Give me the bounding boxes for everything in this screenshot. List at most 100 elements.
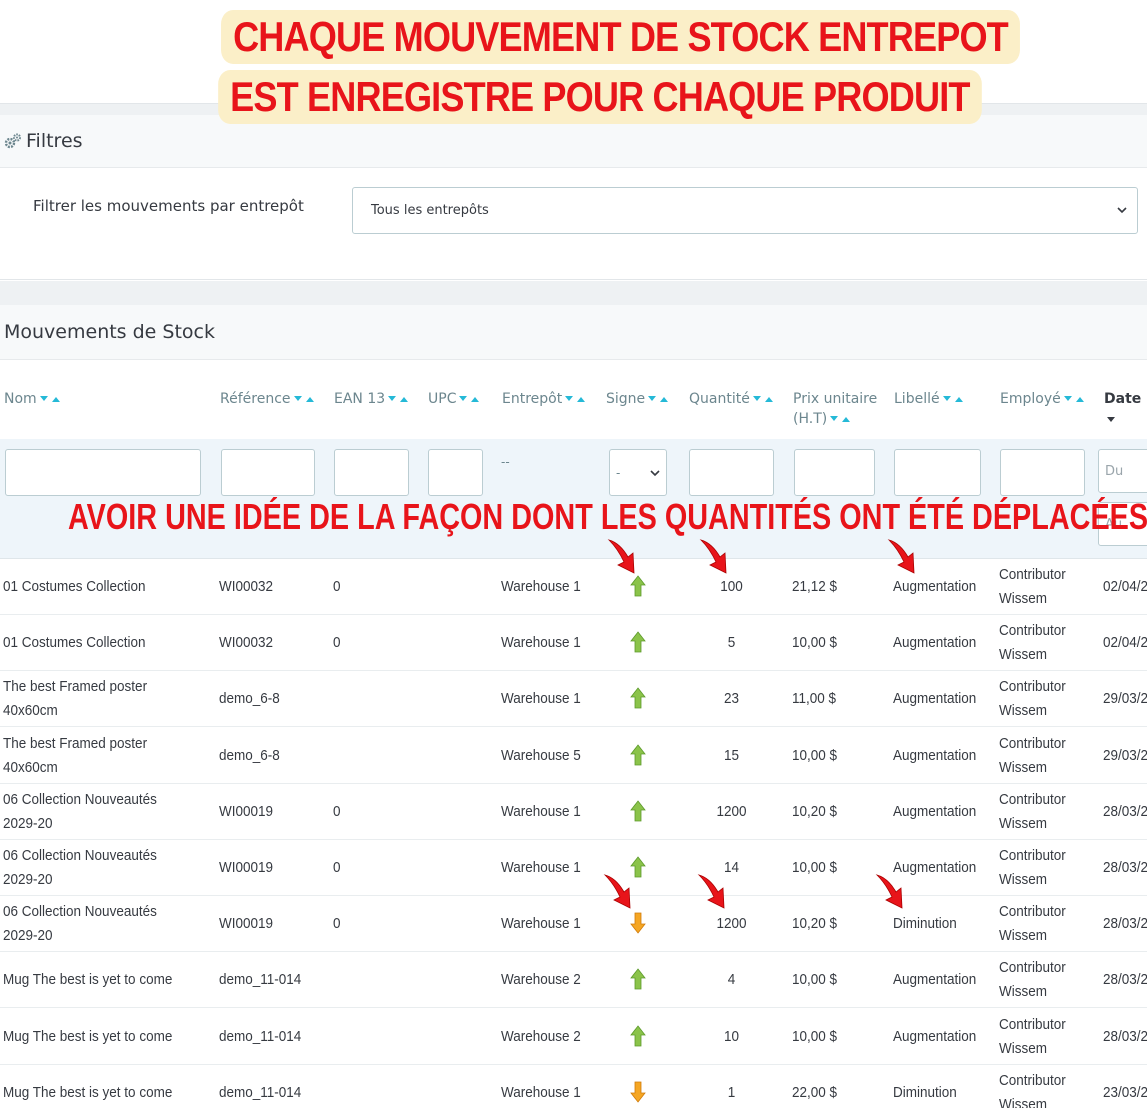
filter-nom-input[interactable]	[5, 449, 201, 496]
cell-date: 02/04/2	[1103, 634, 1147, 652]
filter-prix-input[interactable]	[794, 449, 875, 496]
sort-arrows-icon[interactable]	[564, 394, 588, 404]
col-reference[interactable]: Référence	[220, 389, 317, 409]
col-prix-label: Prix unitaire	[793, 391, 878, 407]
warehouse-select[interactable]: Tous les entrepôts	[352, 187, 1138, 234]
filter-libelle-input[interactable]	[894, 449, 981, 496]
cell-employe: Contributor	[999, 678, 1066, 696]
sort-arrows-icon[interactable]	[39, 394, 63, 404]
filter-upc-input[interactable]	[428, 449, 483, 496]
cell-libelle: Diminution	[893, 1083, 957, 1101]
col-date[interactable]: Date	[1104, 389, 1147, 429]
gears-icon	[4, 133, 21, 149]
filter-reference-input[interactable]	[221, 449, 315, 496]
filter-date-from[interactable]: Du	[1098, 449, 1147, 493]
panel-gap	[0, 281, 1147, 305]
sort-arrows-icon[interactable]	[752, 394, 776, 404]
arrow-up-icon	[630, 968, 646, 990]
col-upc[interactable]: UPC	[428, 389, 482, 409]
filter-employe-input[interactable]	[1000, 449, 1085, 496]
table-row[interactable]: The best Framed poster 40x60cm demo_6-8 War…	[0, 671, 1147, 728]
cell-entrepot: Warehouse 1	[501, 859, 581, 876]
cell-prix: 10,00 $	[792, 971, 838, 989]
cell-nom: 01 Costumes Collection	[3, 634, 146, 652]
cell-reference: demo_6-8	[219, 690, 280, 708]
cell-reference: WI00032	[219, 634, 274, 652]
warehouse-filter-row: Filtrer les mouvements par entrepôt Tous…	[0, 187, 1147, 235]
cell-entrepot: Warehouse 5	[501, 746, 581, 764]
cell-prix: 10,00 $	[792, 746, 838, 764]
cell-nom: Mug The best is yet to come	[3, 971, 173, 989]
col-signe[interactable]: Signe	[606, 389, 671, 409]
filter-signe-select[interactable]: -	[609, 449, 667, 496]
red-curved-arrow-icon	[875, 874, 903, 909]
table-row[interactable]: 01 Costumes Collection WI00032 0 Warehouse …	[0, 615, 1147, 672]
warehouse-select-value: Tous les entrepôts	[371, 203, 489, 218]
cell-entrepot: Warehouse 2	[501, 971, 581, 989]
col-nom-label: Nom	[4, 391, 37, 407]
cell-employe: Contributor	[999, 1015, 1066, 1033]
col-nom[interactable]: Nom	[4, 389, 63, 409]
cell-reference: WI00019	[219, 802, 274, 820]
warehouse-filter-label: Filtrer les mouvements par entrepôt	[33, 197, 304, 215]
filter-entrepot-placeholder: --	[501, 455, 510, 469]
cell-nom-2: 2029-20	[3, 927, 53, 945]
sort-arrows-icon[interactable]	[829, 414, 853, 424]
col-libelle[interactable]: Libellé	[894, 389, 966, 409]
cell-employe-2: Wissem	[999, 702, 1047, 720]
table-row[interactable]: Mug The best is yet to come demo_11-014 Wa…	[0, 1009, 1147, 1065]
cell-nom-2: 40x60cm	[3, 702, 58, 720]
cell-employe: Contributor	[999, 566, 1066, 583]
cell-quantite: 1200	[716, 915, 747, 933]
cell-reference: demo_6-8	[219, 746, 280, 764]
sort-arrows-icon[interactable]	[293, 394, 317, 404]
col-entrepot-label: Entrepôt	[502, 391, 563, 407]
cell-date: 29/03/2	[1103, 690, 1147, 708]
sort-arrows-icon[interactable]	[942, 394, 966, 404]
table-row[interactable]: Mug The best is yet to come demo_11-014 Wa…	[0, 1065, 1147, 1108]
cell-quantite: 23	[723, 690, 740, 708]
cell-employe: Contributor	[999, 790, 1066, 808]
cell-entrepot: Warehouse 2	[501, 1027, 581, 1045]
sort-arrows-icon[interactable]	[1063, 394, 1087, 404]
cell-prix: 21,12 $	[792, 578, 838, 595]
table-row[interactable]: 06 Collection Nouveautés 2029-20 WI00019 0 W…	[0, 896, 1147, 953]
table-row[interactable]: 01 Costumes Collection WI00032 0 Warehouse …	[0, 559, 1147, 615]
table-row[interactable]: The best Framed poster 40x60cm demo_6-8 War…	[0, 728, 1147, 784]
col-prix[interactable]: Prix unitaire (H.T)	[793, 389, 877, 429]
sort-arrows-icon[interactable]	[458, 394, 482, 404]
arrow-up-icon	[630, 800, 646, 822]
cell-date: 28/03/2	[1103, 971, 1147, 989]
sort-arrows-icon[interactable]	[647, 394, 671, 404]
col-quantite-label: Quantité	[689, 391, 750, 407]
col-entrepot[interactable]: Entrepôt	[502, 389, 588, 409]
table-row[interactable]: Mug The best is yet to come demo_11-014 Wa…	[0, 952, 1147, 1009]
cell-libelle: Augmentation	[893, 578, 977, 595]
cell-date: 29/03/2	[1103, 746, 1147, 764]
cell-prix: 11,00 $	[792, 690, 837, 708]
cell-employe: Contributor	[999, 903, 1066, 921]
cell-quantite: 15	[723, 746, 740, 764]
col-quantite[interactable]: Quantité	[689, 389, 776, 409]
cell-prix: 22,00 $	[792, 1083, 838, 1101]
cell-nom: Mug The best is yet to come	[3, 1083, 173, 1101]
cell-entrepot: Warehouse 1	[501, 578, 581, 595]
col-ean13[interactable]: EAN 13	[334, 389, 411, 409]
red-curved-arrow-icon	[607, 539, 635, 574]
arrow-down-icon	[630, 912, 646, 934]
cell-prix: 10,20 $	[792, 802, 838, 820]
cell-employe-2: Wissem	[999, 590, 1047, 607]
stock-movements-panel: Mouvements de Stock Nom Référence EAN 13…	[0, 305, 1147, 1108]
table-row[interactable]: 06 Collection Nouveautés 2029-20 WI00019 0 W…	[0, 840, 1147, 896]
filter-ean13-input[interactable]	[334, 449, 409, 496]
cell-quantite: 1200	[716, 802, 747, 820]
sort-arrows-icon[interactable]	[387, 394, 411, 404]
table-row[interactable]: 06 Collection Nouveautés 2029-20 WI00019 0 W…	[0, 784, 1147, 840]
cell-nom-2: 2029-20	[3, 814, 53, 832]
col-employe[interactable]: Employé	[1000, 389, 1087, 409]
cell-libelle: Augmentation	[893, 690, 977, 708]
banner-line-2: EST ENREGISTRE POUR CHAQUE PRODUIT	[218, 70, 982, 124]
filter-quantite-input[interactable]	[689, 449, 774, 496]
cell-libelle: Augmentation	[893, 1027, 977, 1045]
cell-prix: 10,00 $	[792, 1027, 838, 1045]
